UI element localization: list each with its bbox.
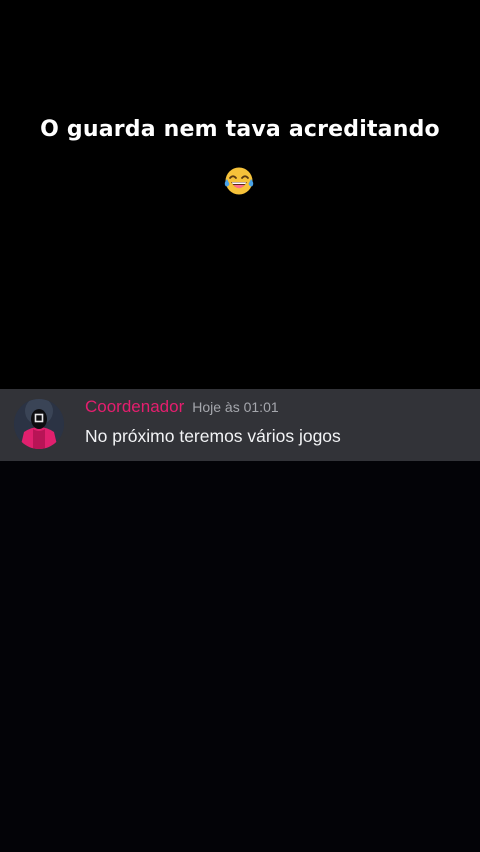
video-frame: O guarda nem tava acreditando Coordenado… <box>0 0 480 852</box>
message-header: Coordenador Hoje às 01:01 <box>85 397 279 417</box>
masked-guard-avatar <box>14 399 64 449</box>
timestamp: Hoje às 01:01 <box>192 399 279 415</box>
face-with-tears-of-joy-icon <box>224 167 254 195</box>
avatar[interactable] <box>14 399 64 449</box>
chat-message: Coordenador Hoje às 01:01 No próximo tere… <box>0 389 480 461</box>
video-caption: O guarda nem tava acreditando <box>40 117 440 142</box>
background-lower <box>0 461 480 852</box>
username[interactable]: Coordenador <box>85 397 184 416</box>
message-text: No próximo teremos vários jogos <box>85 426 341 446</box>
